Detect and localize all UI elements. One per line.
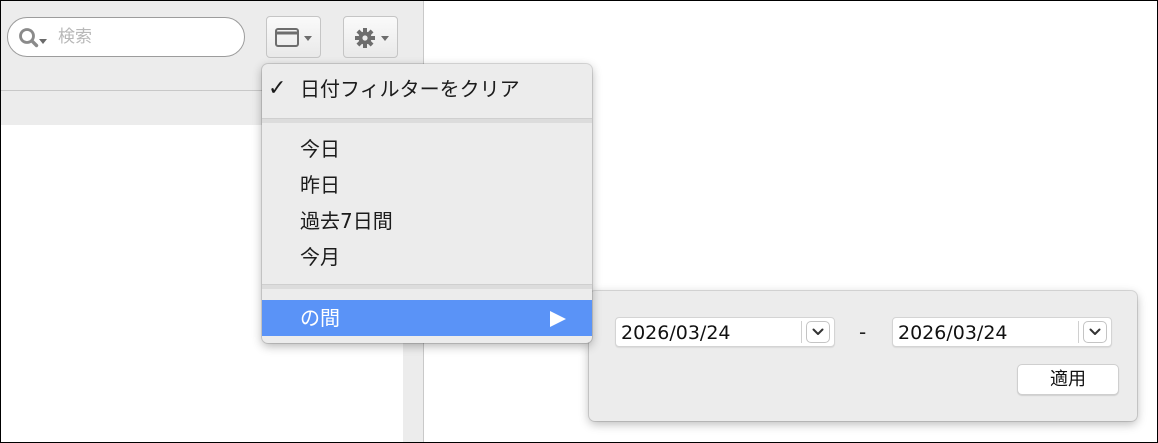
menu-item-label: の間 [300, 306, 340, 330]
start-date-value[interactable]: 2026/03/24 [621, 321, 731, 345]
end-date-dropdown[interactable] [1083, 321, 1107, 343]
menu-item-label: 今月 [300, 245, 340, 269]
menu-item-this-month[interactable]: 今月 [262, 239, 592, 275]
search-field[interactable] [7, 17, 245, 57]
range-separator: - [859, 320, 867, 344]
apply-button[interactable]: 適用 [1017, 364, 1119, 395]
checkmark-icon: ✓ [268, 76, 287, 101]
chevron-down-icon [1089, 328, 1101, 335]
menu-separator [262, 118, 592, 123]
search-icon[interactable] [18, 27, 48, 49]
calendar-filter-button[interactable] [266, 16, 321, 58]
start-date-field[interactable]: 2026/03/24 [615, 317, 835, 347]
menu-item-label: 日付フィルターをクリア [300, 77, 520, 101]
settings-button[interactable] [343, 16, 398, 58]
date-field-divider [801, 321, 802, 343]
menu-item-last-7-days[interactable]: 過去7日間 [262, 203, 592, 239]
date-range-panel: 2026/03/24 - 2026/03/24 適用 [589, 291, 1137, 421]
menu-item-today[interactable]: 今日 [262, 131, 592, 167]
date-filter-menu: ✓ 日付フィルターをクリア 今日 昨日 過去7日間 今月 の間 [262, 64, 592, 343]
menu-separator [262, 284, 592, 289]
menu-item-label: 今日 [300, 137, 340, 161]
gear-icon [355, 28, 389, 48]
menu-item-label: 昨日 [300, 173, 340, 197]
chevron-down-icon [812, 328, 824, 335]
search-input[interactable] [58, 25, 233, 49]
end-date-field[interactable]: 2026/03/24 [892, 317, 1112, 347]
end-date-value[interactable]: 2026/03/24 [898, 321, 1008, 345]
menu-item-between[interactable]: の間 [262, 300, 592, 336]
calendar-icon [275, 28, 312, 47]
menu-item-clear-date-filter[interactable]: ✓ 日付フィルターをクリア [262, 71, 592, 107]
submenu-arrow-icon [550, 311, 566, 327]
date-field-divider [1078, 321, 1079, 343]
start-date-dropdown[interactable] [806, 321, 830, 343]
menu-item-label: 過去7日間 [300, 209, 393, 233]
menu-item-yesterday[interactable]: 昨日 [262, 167, 592, 203]
